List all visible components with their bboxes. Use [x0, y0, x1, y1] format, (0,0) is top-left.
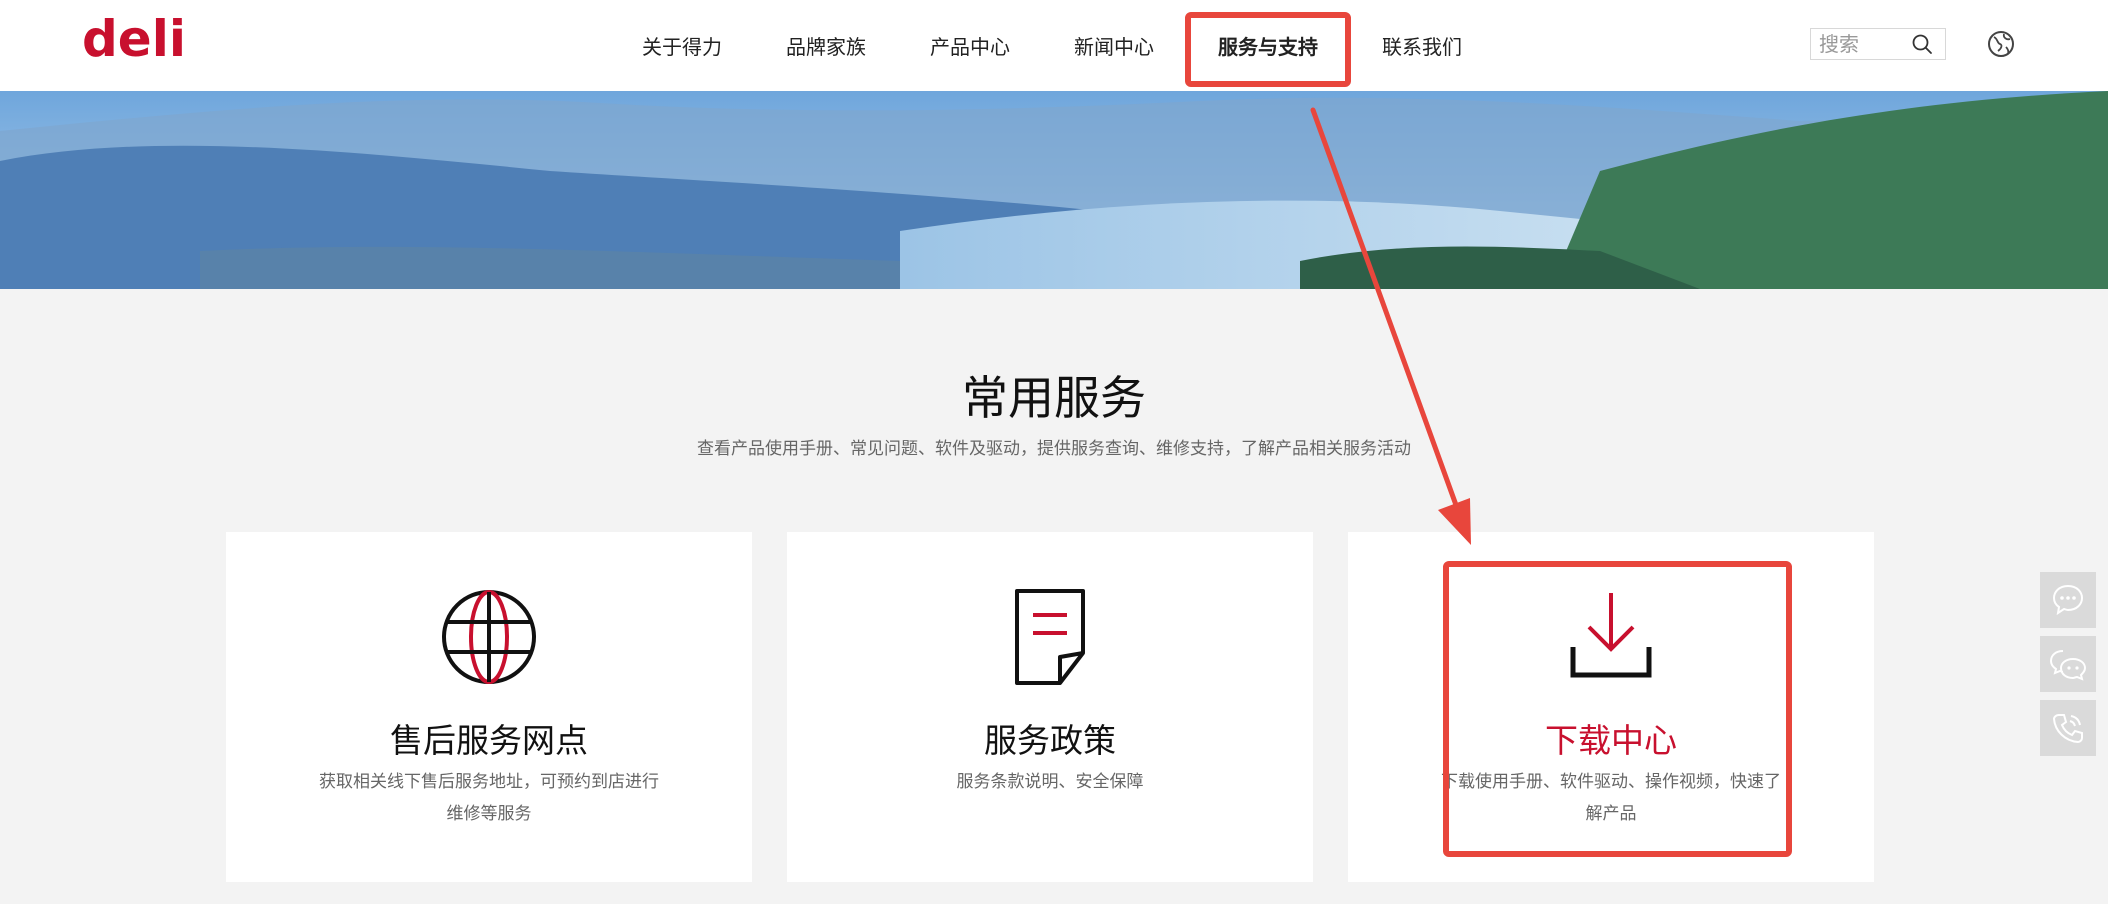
card-description: 获取相关线下售后服务地址，可预约到店进行维修等服务 [319, 772, 659, 824]
card-description: 服务条款说明、安全保障 [956, 772, 1144, 792]
wechat-button[interactable] [2040, 636, 2096, 692]
nav-news[interactable]: 新闻中心 [1042, 0, 1186, 91]
search-box [1810, 28, 1946, 60]
main-nav: 关于得力 品牌家族 产品中心 新闻中心 服务与支持 联系我们 [610, 0, 1494, 91]
chat-bubble-icon [2052, 584, 2084, 616]
nav-service-support[interactable]: 服务与支持 [1186, 0, 1350, 91]
phone-icon [2052, 714, 2083, 744]
nav-products[interactable]: 产品中心 [898, 0, 1042, 91]
chat-button[interactable] [2040, 572, 2096, 628]
globe-icon[interactable] [1986, 29, 2016, 59]
search-input[interactable] [1811, 29, 1907, 59]
deli-logo[interactable]: deli [82, 14, 204, 64]
header: deli 关于得力 品牌家族 产品中心 新闻中心 服务与支持 联系我们 [0, 0, 2108, 91]
card-title: 售后服务网点 [390, 721, 588, 760]
download-icon [1570, 593, 1652, 678]
section-title: 常用服务 [962, 371, 1146, 425]
section-description: 查看产品使用手册、常见问题、软件及驱动，提供服务查询、维修支持，了解产品相关服务… [697, 439, 1411, 459]
document-icon [1015, 589, 1085, 685]
floating-toolbar [2040, 572, 2096, 764]
card-title: 服务政策 [984, 721, 1116, 760]
banner-image [0, 91, 2108, 289]
card-service-policy[interactable]: 服务政策 服务条款说明、安全保障 [787, 532, 1313, 882]
nav-brand-family[interactable]: 品牌家族 [754, 0, 898, 91]
nav-contact[interactable]: 联系我们 [1350, 0, 1494, 91]
card-title: 下载中心 [1545, 721, 1677, 760]
phone-button[interactable] [2040, 700, 2096, 756]
wechat-icon [2049, 650, 2087, 681]
nav-about[interactable]: 关于得力 [610, 0, 754, 91]
card-download-center[interactable]: 下载中心 下载使用手册、软件驱动、操作视频，快速了解产品 [1348, 532, 1874, 882]
card-after-sales-outlets[interactable]: 售后服务网点 获取相关线下售后服务地址，可预约到店进行维修等服务 [226, 532, 752, 882]
search-icon[interactable] [1907, 29, 1937, 59]
globe-icon [442, 590, 536, 684]
card-description: 下载使用手册、软件驱动、操作视频，快速了解产品 [1441, 772, 1781, 824]
svg-text:deli: deli [82, 14, 186, 64]
